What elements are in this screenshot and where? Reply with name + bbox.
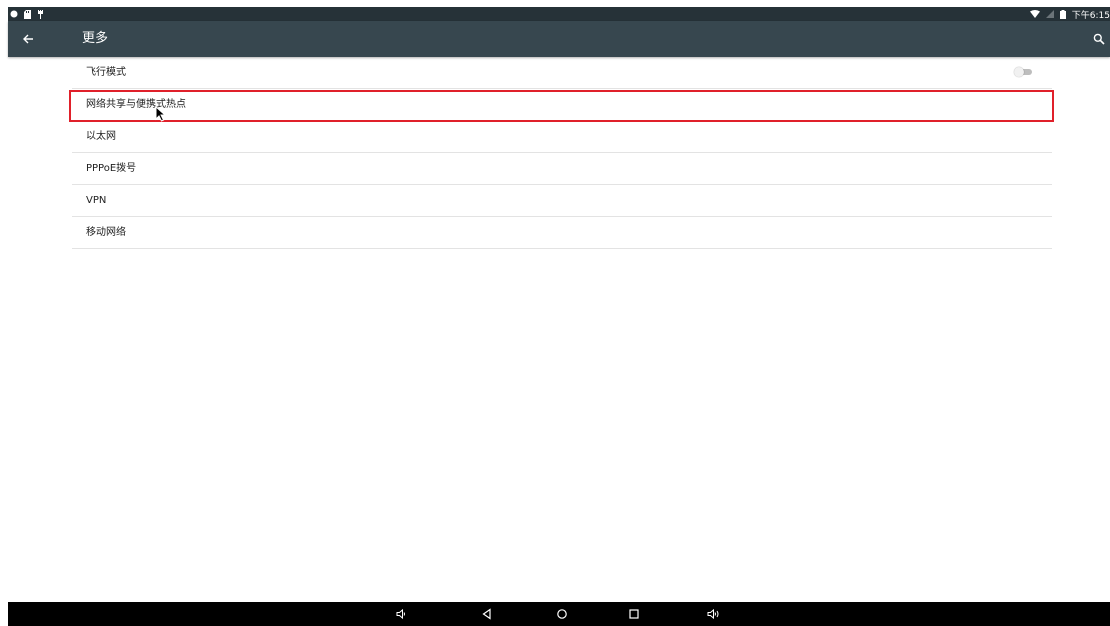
setting-airplane-mode[interactable]: 飞行模式 bbox=[72, 57, 1052, 89]
page-title: 更多 bbox=[82, 31, 109, 46]
arrow-back-icon bbox=[22, 30, 34, 49]
status-bar-left bbox=[8, 7, 44, 21]
navigation-bar bbox=[8, 602, 1110, 626]
status-bar: 下午6:15 bbox=[8, 7, 1110, 21]
setting-label: 网络共享与便携式热点 bbox=[86, 99, 186, 110]
volume-up-icon bbox=[707, 605, 721, 624]
volume-up-button[interactable] bbox=[705, 605, 723, 623]
status-bar-right: 下午6:15 bbox=[1029, 7, 1110, 21]
setting-ethernet[interactable]: 以太网 bbox=[72, 121, 1052, 153]
search-button[interactable] bbox=[1088, 28, 1110, 50]
setting-label: 以太网 bbox=[86, 131, 116, 142]
sd-card-icon bbox=[24, 9, 31, 19]
wifi-icon bbox=[1029, 10, 1040, 18]
home-icon bbox=[556, 605, 568, 624]
back-button[interactable] bbox=[16, 27, 40, 51]
signal-icon bbox=[1045, 10, 1054, 18]
settings-list: 飞行模式 网络共享与便携式热点 以太网 PPPoE拨号 VPN 移动网络 bbox=[72, 57, 1052, 249]
setting-pppoe-dialup[interactable]: PPPoE拨号 bbox=[72, 153, 1052, 185]
volume-down-button[interactable] bbox=[392, 605, 410, 623]
setting-label: VPN bbox=[86, 195, 107, 206]
nav-back-button[interactable] bbox=[478, 605, 496, 623]
setting-label: PPPoE拨号 bbox=[86, 163, 137, 174]
usb-icon bbox=[37, 9, 44, 19]
settings-screen: 下午6:15 更多 飞行模式 网络共享与便携式热点 以太网 PPPoE拨号 VP… bbox=[0, 0, 1110, 626]
search-icon bbox=[1093, 30, 1105, 49]
back-icon bbox=[481, 605, 493, 624]
recents-icon bbox=[628, 605, 640, 624]
setting-label: 飞行模式 bbox=[86, 67, 126, 78]
setting-tethering-hotspot[interactable]: 网络共享与便携式热点 bbox=[72, 89, 1052, 121]
home-button[interactable] bbox=[553, 605, 571, 623]
status-time: 下午6:15 bbox=[1071, 10, 1110, 21]
airplane-mode-toggle[interactable] bbox=[1014, 67, 1032, 77]
setting-mobile-network[interactable]: 移动网络 bbox=[72, 217, 1052, 249]
recents-button[interactable] bbox=[625, 605, 643, 623]
volume-down-icon bbox=[395, 605, 407, 624]
setting-label: 移动网络 bbox=[86, 227, 126, 238]
toggle-thumb bbox=[1014, 67, 1024, 77]
setting-vpn[interactable]: VPN bbox=[72, 185, 1052, 217]
app-bar: 更多 bbox=[8, 21, 1110, 57]
circle-notification-icon bbox=[10, 10, 18, 18]
battery-icon bbox=[1059, 9, 1066, 19]
